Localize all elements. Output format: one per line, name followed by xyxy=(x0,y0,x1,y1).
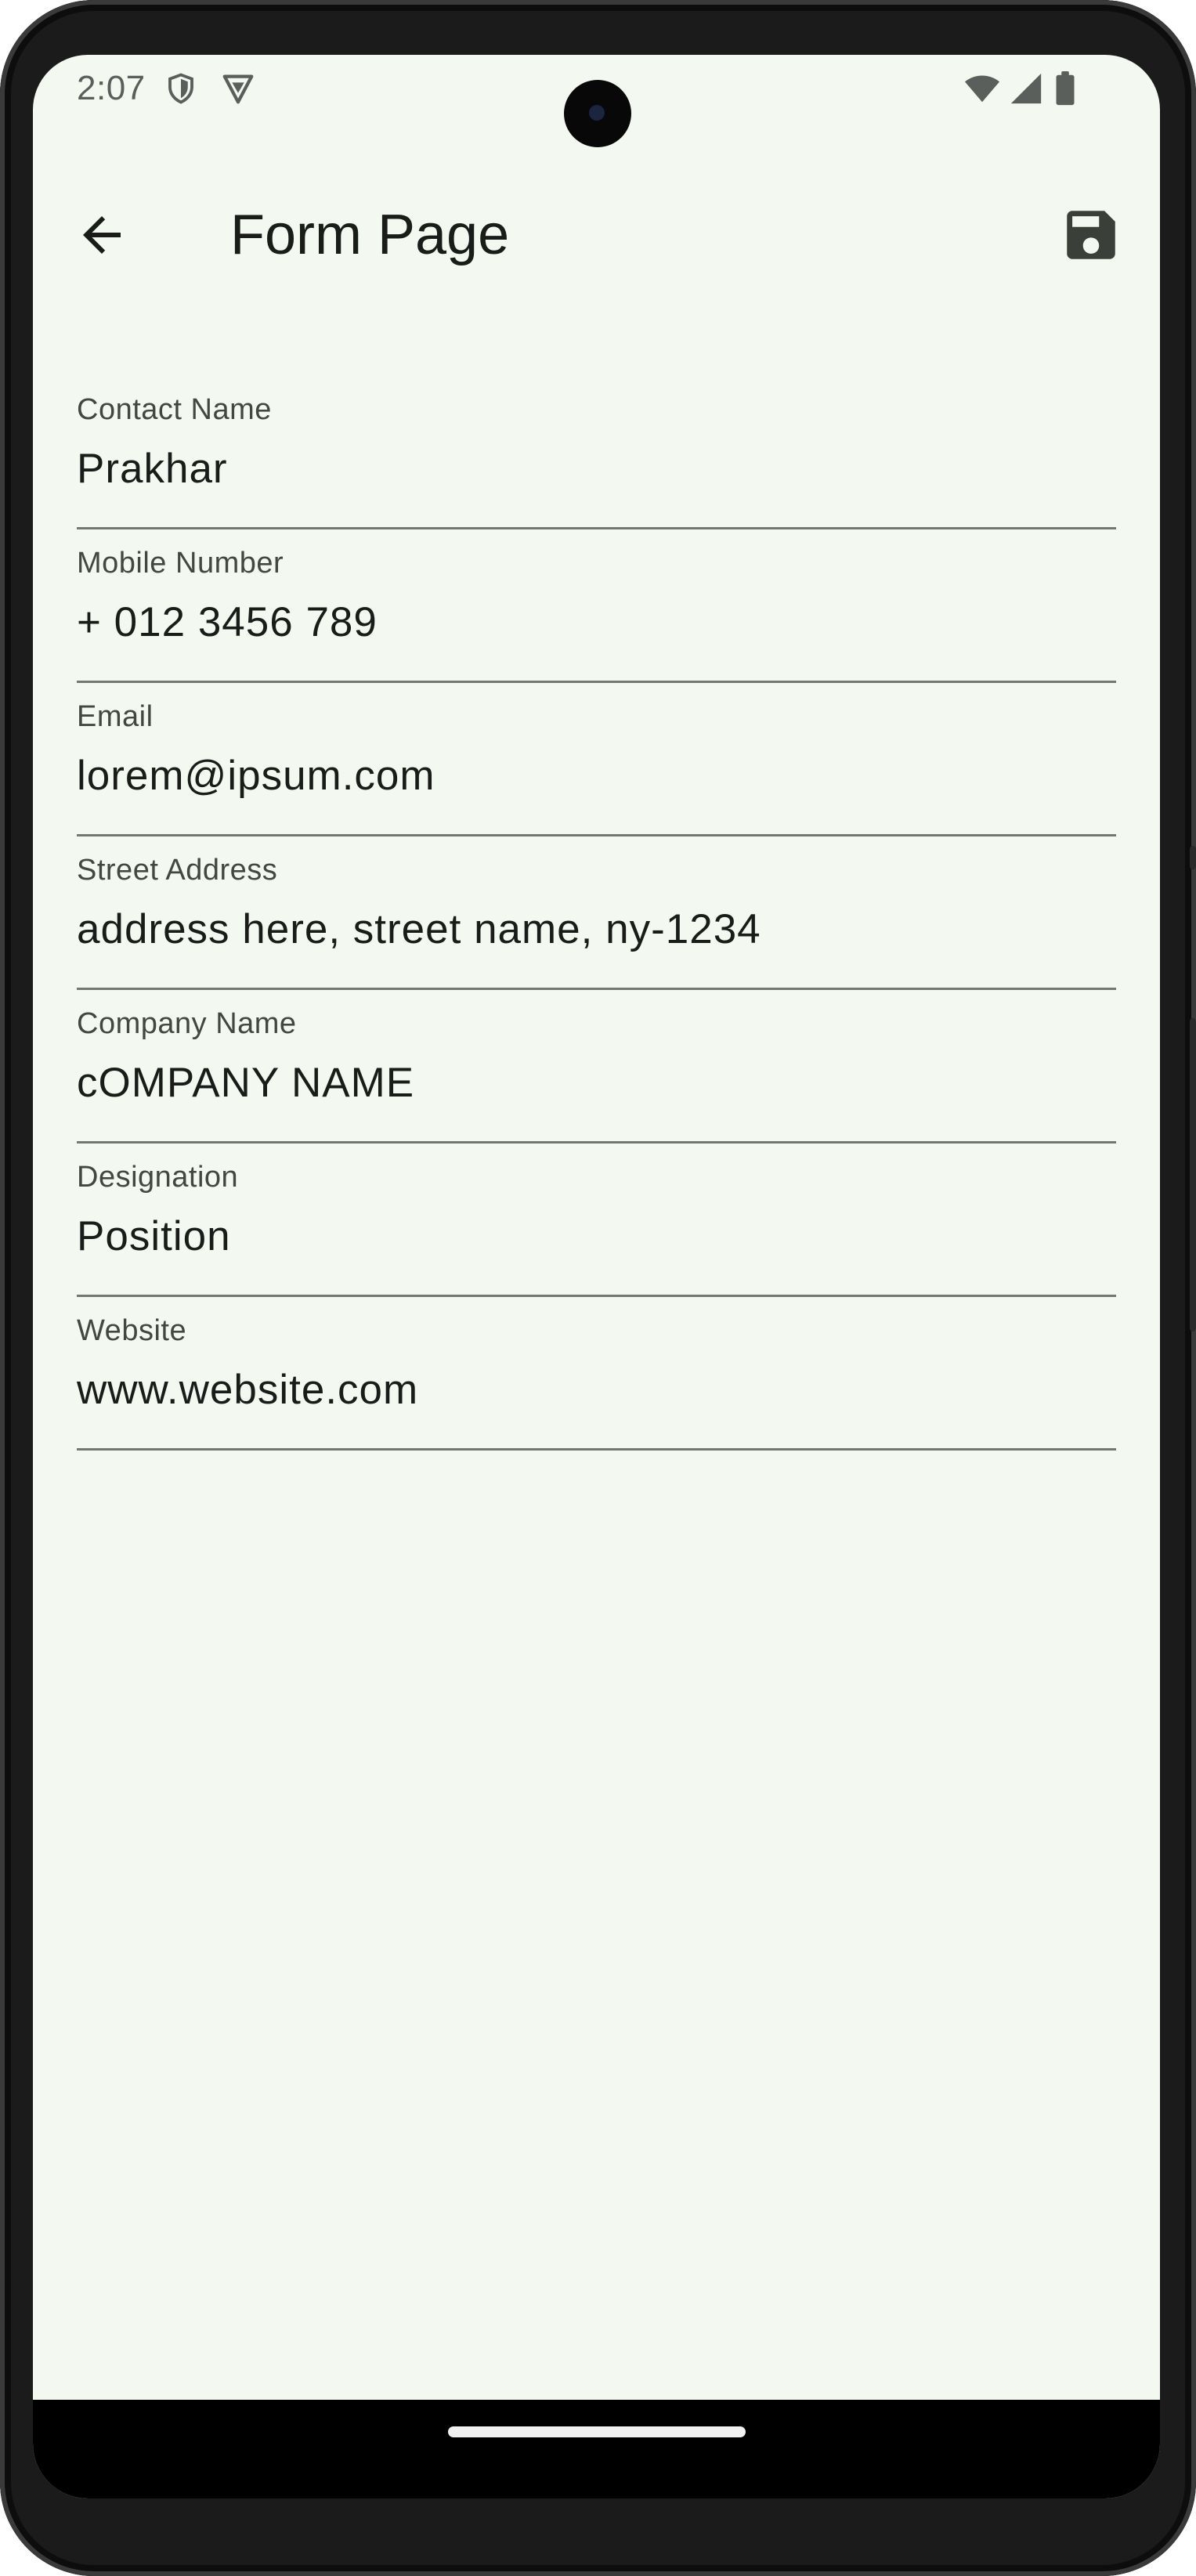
contact-name-input[interactable]: Prakhar xyxy=(77,445,228,493)
mobile-number-input[interactable]: + 012 3456 789 xyxy=(77,598,378,646)
field-label: Mobile Number xyxy=(77,547,284,580)
field-label: Website xyxy=(77,1314,187,1347)
mobile-number-field[interactable]: Mobile Number + 012 3456 789 xyxy=(77,529,1116,683)
side-button xyxy=(1190,1018,1196,1331)
field-label: Email xyxy=(77,700,154,733)
field-label: Designation xyxy=(77,1161,239,1194)
front-camera xyxy=(564,80,631,147)
signal-icon xyxy=(1010,73,1042,104)
save-icon xyxy=(1067,211,1115,259)
battery-icon xyxy=(1056,70,1075,106)
page-title: Form Page xyxy=(230,204,510,266)
status-time: 2:07 xyxy=(77,69,146,107)
phone-frame: 2:07 Form Page Contact Name Prakhar Mobi… xyxy=(0,0,1196,2576)
contact-name-field[interactable]: Contact Name Prakhar xyxy=(77,376,1116,529)
wifi-icon xyxy=(964,75,1000,103)
street-address-field[interactable]: Street Address address here, street name… xyxy=(77,836,1116,990)
field-label: Street Address xyxy=(77,854,278,887)
website-field[interactable]: Website www.website.com xyxy=(77,1297,1116,1451)
email-input[interactable]: lorem@ipsum.com xyxy=(77,752,435,800)
email-field[interactable]: Email lorem@ipsum.com xyxy=(77,683,1116,836)
street-address-input[interactable]: address here, street name, ny-1234 xyxy=(77,905,761,953)
save-button[interactable] xyxy=(1053,197,1129,273)
shield-icon xyxy=(168,73,193,104)
field-label: Contact Name xyxy=(77,393,272,426)
home-indicator[interactable] xyxy=(448,2426,746,2437)
field-label: Company Name xyxy=(77,1007,297,1040)
company-name-input[interactable]: cOMPANY NAME xyxy=(77,1059,414,1107)
website-input[interactable]: www.website.com xyxy=(77,1366,418,1414)
app-bar: Form Page xyxy=(33,172,1160,298)
contact-form: Contact Name Prakhar Mobile Number + 012… xyxy=(77,376,1116,1451)
company-name-field[interactable]: Company Name cOMPANY NAME xyxy=(77,990,1116,1143)
designation-input[interactable]: Position xyxy=(77,1212,231,1260)
back-button[interactable] xyxy=(64,197,139,273)
navigation-bar xyxy=(33,2400,1160,2498)
side-button xyxy=(1190,846,1196,869)
designation-field[interactable]: Designation Position xyxy=(77,1143,1116,1297)
screen: 2:07 Form Page Contact Name Prakhar Mobi… xyxy=(33,55,1160,2498)
arrow-back-icon xyxy=(83,216,121,254)
vpn-icon xyxy=(222,74,254,104)
